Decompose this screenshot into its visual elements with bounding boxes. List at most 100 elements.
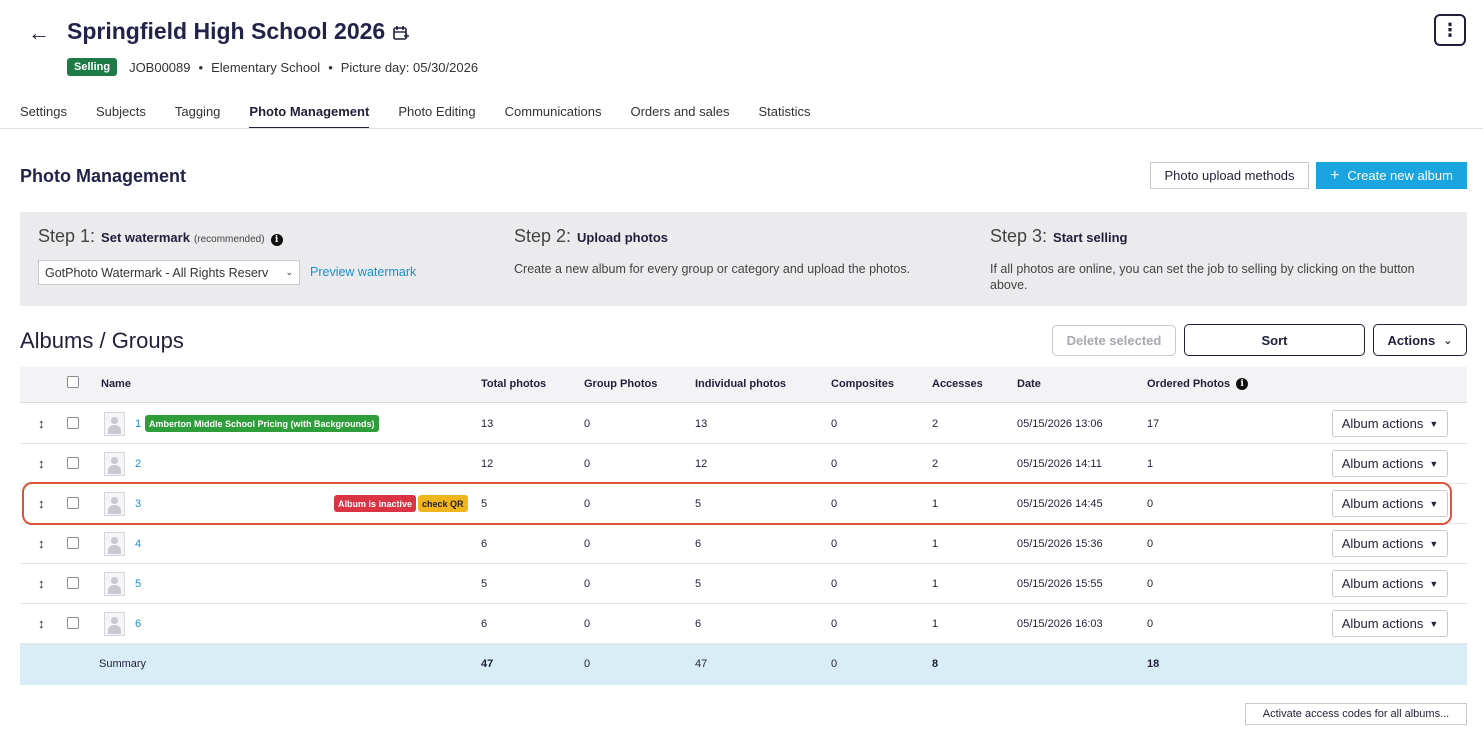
row-checkbox[interactable]: [67, 577, 79, 589]
picture-day: Picture day: 05/30/2026: [340, 59, 479, 75]
album-actions-dropdown[interactable]: Album actions ▼: [1332, 490, 1448, 517]
drag-handle-icon[interactable]: ↕: [38, 496, 45, 511]
step-text: Create a new album for every group or ca…: [514, 262, 911, 276]
album-name-link[interactable]: 3: [135, 498, 141, 510]
album-name-link[interactable]: 6: [135, 618, 141, 630]
total-photos: 6: [481, 538, 488, 550]
delete-selected-button[interactable]: Delete selected: [1052, 325, 1176, 356]
composites: 0: [831, 618, 838, 630]
album-actions-label: Album actions: [1341, 616, 1424, 631]
col-group-photos[interactable]: Group Photos: [584, 378, 657, 390]
summary-group-photos: 0: [584, 658, 591, 670]
step-prefix: Step 2:: [514, 226, 572, 246]
tab-photo-editing[interactable]: Photo Editing: [398, 104, 475, 129]
kebab-menu-icon[interactable]: ⋮: [1434, 14, 1466, 46]
tab-tagging[interactable]: Tagging: [175, 104, 221, 129]
album-actions-dropdown[interactable]: Album actions ▼: [1332, 450, 1448, 477]
date: 05/15/2026 15:36: [1017, 538, 1103, 550]
drag-handle-icon[interactable]: ↕: [38, 416, 45, 431]
caret-down-icon: ▼: [1429, 578, 1439, 589]
group-photos: 0: [584, 498, 591, 510]
school-type: Elementary School: [211, 59, 321, 75]
group-photos: 0: [584, 538, 591, 550]
album-thumbnail: [104, 492, 125, 516]
drag-handle-icon[interactable]: ↕: [38, 456, 45, 471]
total-photos: 13: [481, 418, 494, 430]
info-icon[interactable]: i: [270, 234, 283, 246]
date: 05/15/2026 13:06: [1017, 418, 1103, 430]
col-date[interactable]: Date: [1017, 378, 1041, 390]
select-all-checkbox[interactable]: [67, 376, 79, 388]
album-name-link[interactable]: 1: [135, 418, 141, 430]
tab-communications[interactable]: Communications: [505, 104, 602, 129]
col-individual-photos[interactable]: Individual photos: [695, 378, 786, 390]
total-photos: 5: [481, 578, 488, 590]
col-composites[interactable]: Composites: [831, 378, 894, 390]
back-arrow-icon[interactable]: ←: [28, 20, 50, 46]
summary-ordered-photos: 18: [1147, 658, 1160, 670]
group-photos: 0: [584, 458, 591, 470]
tab-subjects[interactable]: Subjects: [96, 104, 146, 129]
summary-accesses: 8: [932, 658, 939, 670]
row-checkbox[interactable]: [67, 497, 79, 509]
col-total-photos[interactable]: Total photos: [481, 378, 546, 390]
job-meta: Selling JOB00089 • Elementary School • P…: [67, 57, 478, 77]
activate-access-codes-button[interactable]: Activate access codes for all albums...: [1245, 703, 1467, 725]
drag-handle-icon[interactable]: ↕: [38, 576, 45, 591]
album-thumbnail: [104, 452, 125, 476]
album-actions-dropdown[interactable]: Album actions ▼: [1332, 610, 1448, 637]
col-accesses[interactable]: Accesses: [932, 378, 983, 390]
tab-statistics[interactable]: Statistics: [758, 104, 810, 129]
table-row: ↕ 5 5 0 5 0 1 05/15/2026 15:55 0 Album a…: [20, 564, 1467, 604]
accesses: 1: [932, 618, 939, 630]
create-new-album-button[interactable]: + Create new album: [1316, 162, 1467, 189]
drag-handle-icon[interactable]: ↕: [38, 616, 45, 631]
drag-handle-icon[interactable]: ↕: [38, 536, 45, 551]
album-name-link[interactable]: 4: [135, 538, 141, 550]
group-photos: 0: [584, 418, 591, 430]
calendar-icon[interactable]: [392, 24, 410, 42]
date: 05/15/2026 14:11: [1017, 458, 1102, 470]
watermark-select[interactable]: GotPhoto Watermark - All Rights Reserv ⌄: [38, 260, 300, 285]
row-checkbox[interactable]: [67, 617, 79, 629]
album-thumbnail: [104, 412, 125, 436]
col-name[interactable]: Name: [101, 378, 131, 390]
sort-button[interactable]: Sort: [1184, 324, 1365, 356]
individual-photos: 6: [695, 618, 702, 630]
row-checkbox[interactable]: [67, 537, 79, 549]
total-photos: 6: [481, 618, 488, 630]
summary-composites: 0: [831, 658, 838, 670]
step-note: (recommended): [193, 234, 265, 245]
album-actions-dropdown[interactable]: Album actions ▼: [1332, 530, 1448, 557]
album-actions-dropdown[interactable]: Album actions ▼: [1332, 570, 1448, 597]
caret-down-icon: ▼: [1429, 498, 1439, 509]
summary-total-photos: 47: [481, 658, 494, 670]
chevron-down-icon: ⌄: [1443, 334, 1453, 347]
actions-dropdown[interactable]: Actions ⌄: [1373, 324, 1467, 356]
composites: 0: [831, 458, 838, 470]
preview-watermark-link[interactable]: Preview watermark: [310, 265, 416, 279]
album-actions-dropdown[interactable]: Album actions ▼: [1332, 410, 1448, 437]
ordered-photos: 0: [1147, 618, 1154, 630]
row-checkbox[interactable]: [67, 417, 79, 429]
ordered-photos: 17: [1147, 418, 1160, 430]
caret-down-icon: ▼: [1429, 538, 1439, 549]
accesses: 1: [932, 538, 939, 550]
tab-bar: Settings Subjects Tagging Photo Manageme…: [20, 104, 840, 129]
create-new-album-label: Create new album: [1347, 168, 1453, 183]
album-name-link[interactable]: 5: [135, 578, 141, 590]
album-name-link[interactable]: 2: [135, 458, 141, 470]
composites: 0: [831, 498, 838, 510]
table-row: ↕ 1 Amberton Middle School Pricing (with…: [20, 404, 1467, 444]
tab-photo-management[interactable]: Photo Management: [249, 104, 370, 129]
tab-settings[interactable]: Settings: [20, 104, 67, 129]
check-qr-tag: check QR: [418, 495, 468, 512]
individual-photos: 5: [695, 498, 702, 510]
row-checkbox[interactable]: [67, 457, 79, 469]
info-icon[interactable]: i: [1236, 378, 1249, 390]
col-ordered-photos[interactable]: Ordered Photos i: [1147, 378, 1249, 390]
tab-orders-and-sales[interactable]: Orders and sales: [630, 104, 729, 129]
ordered-photos: 0: [1147, 578, 1154, 590]
col-ordered-photos-label: Ordered Photos: [1147, 378, 1231, 390]
photo-upload-methods-button[interactable]: Photo upload methods: [1150, 162, 1309, 189]
